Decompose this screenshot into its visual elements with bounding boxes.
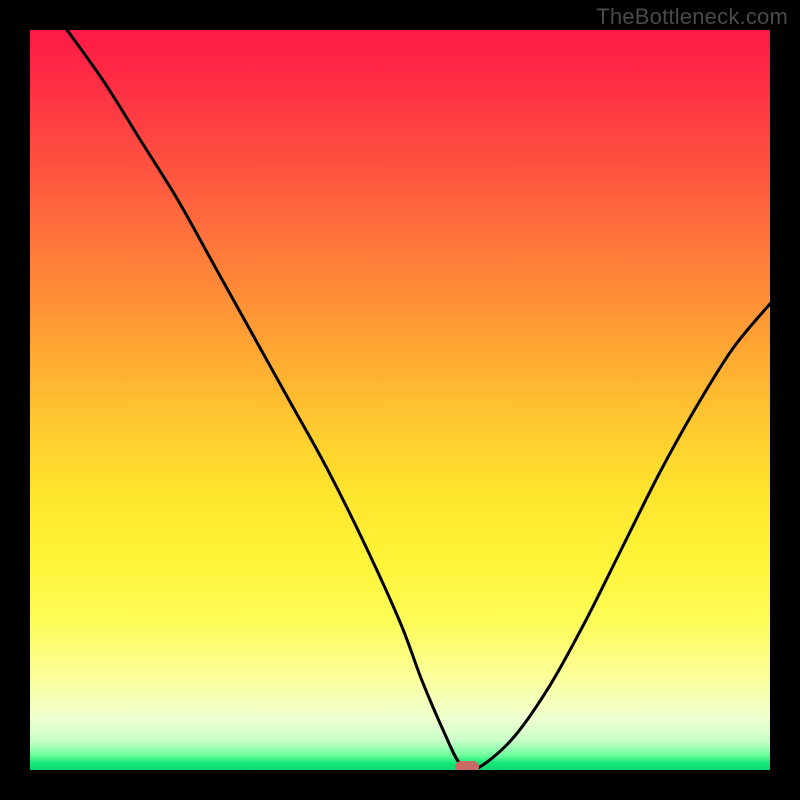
watermark-label: TheBottleneck.com: [596, 4, 788, 30]
gradient-background: [30, 30, 770, 770]
plot-area: [30, 30, 770, 770]
chart-frame: TheBottleneck.com: [0, 0, 800, 800]
minimum-marker: [455, 761, 479, 770]
